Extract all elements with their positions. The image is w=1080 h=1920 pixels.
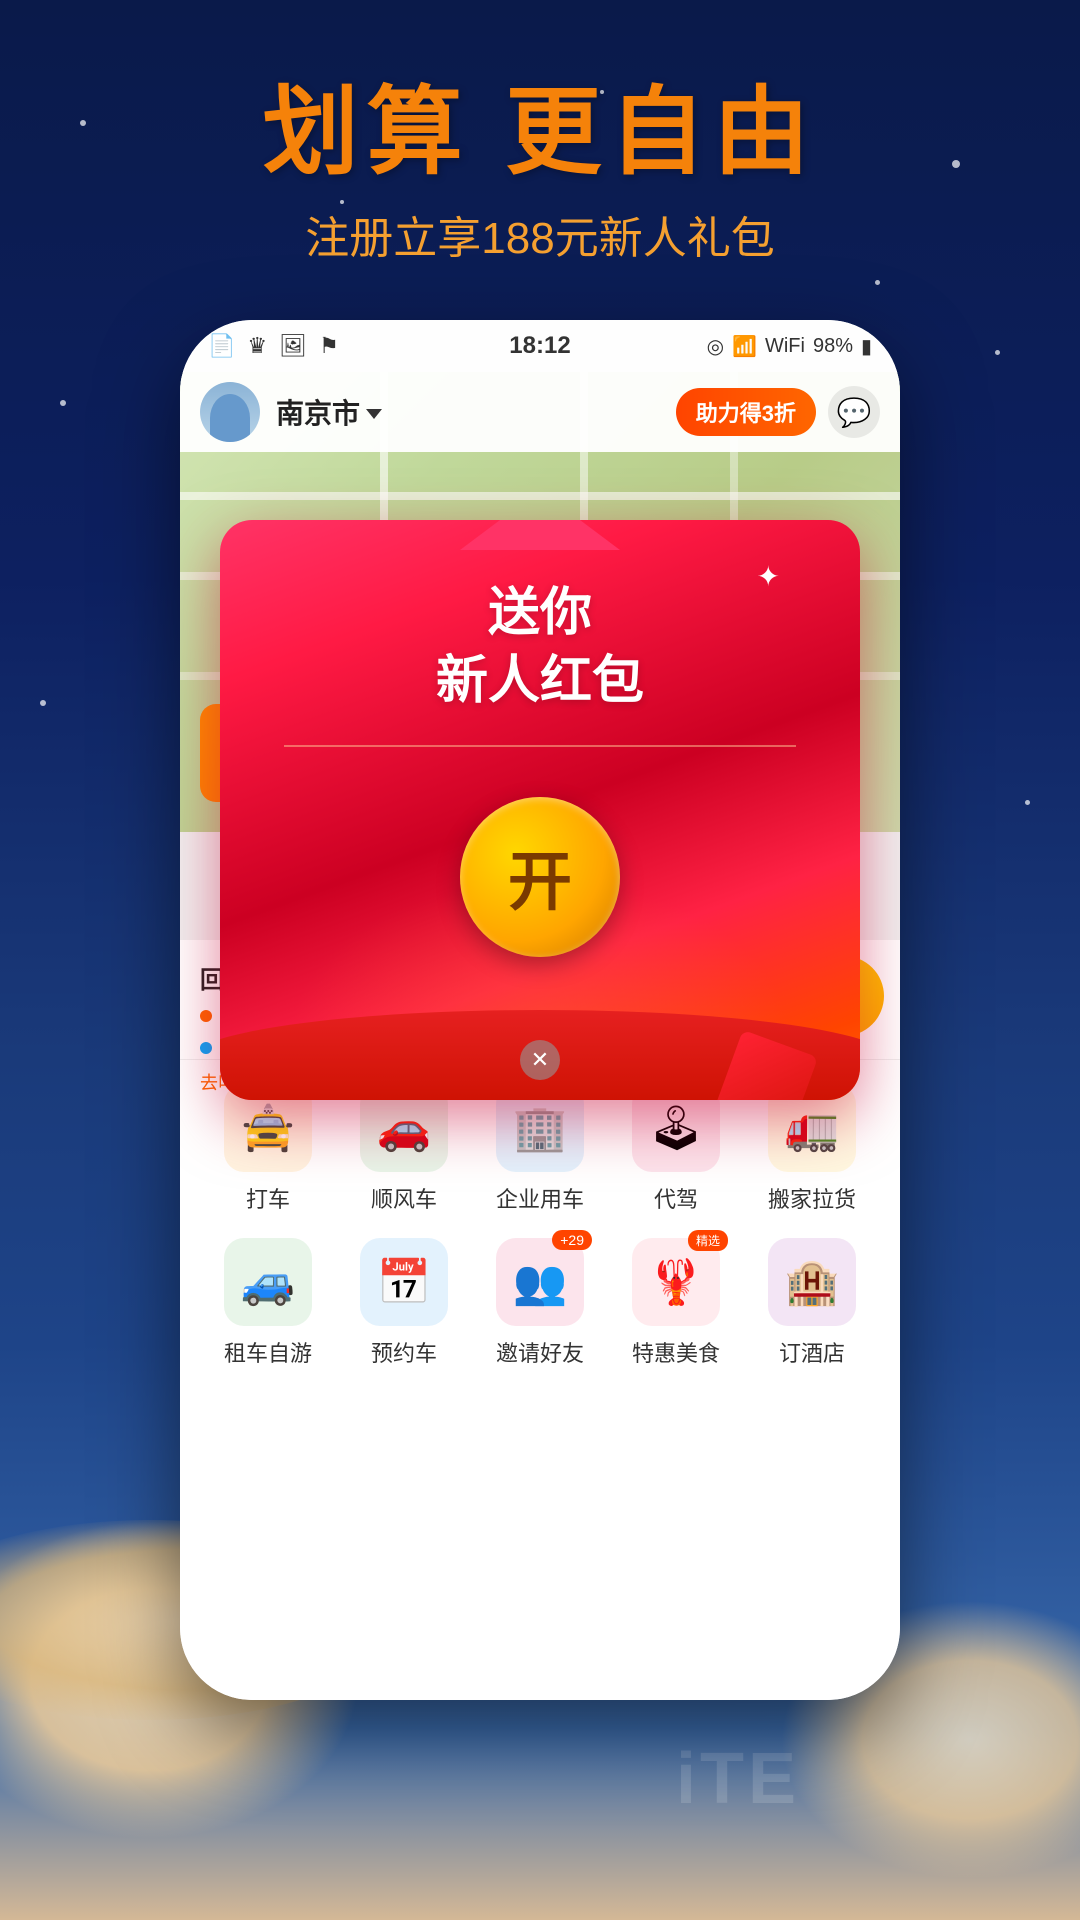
redpacket-divider-line: [284, 745, 796, 747]
status-icons: 📄 ♛ 🖼 ⚑: [208, 333, 339, 359]
redpacket-title-line2: 新人红包: [436, 648, 644, 716]
background: 划算 更自由 注册立享188元新人礼包 iTE 📄 ♛ 🖼 ⚑ 18:12 ◎ …: [0, 0, 1080, 1920]
crown-icon: ♛: [247, 333, 267, 359]
invite-label: 邀请好友: [496, 1336, 584, 1368]
image-icon: 🖼: [279, 333, 307, 359]
ite-decorative-text: iTE: [676, 1738, 800, 1820]
hotel-icon: 🏨: [768, 1238, 856, 1326]
phone-inner: 📄 ♛ 🖼 ⚑ 18:12 ◎ 📶 WiFi 98% ▮: [180, 320, 900, 1700]
wifi-icon: WiFi: [765, 335, 805, 358]
redpacket-title: 送你 新人红包: [436, 580, 644, 715]
service-reservation[interactable]: 📅 预约车: [349, 1238, 459, 1368]
status-bar: 📄 ♛ 🖼 ⚑ 18:12 ◎ 📶 WiFi 98% ▮: [180, 320, 900, 372]
service-food[interactable]: 🦞 精选 特惠美食: [621, 1238, 731, 1368]
phone-frame: 📄 ♛ 🖼 ⚑ 18:12 ◎ 📶 WiFi 98% ▮: [180, 320, 900, 1700]
service-hotel[interactable]: 🏨 订酒店: [757, 1238, 867, 1368]
battery-icon: ▮: [861, 334, 872, 359]
services-row-2: 🚙 租车自游 📅 预约车 👥 +29 邀请好友: [200, 1238, 880, 1368]
map-nav-bar: 南京市 助力得3折 💬: [180, 372, 900, 452]
city-selector[interactable]: 南京市: [276, 392, 382, 432]
redpacket-card[interactable]: 送你 新人红包 ✦ 开: [220, 520, 860, 1100]
redpacket-flap-top: [460, 520, 620, 550]
user-avatar[interactable]: [200, 382, 260, 442]
invite-icon: 👥 +29: [496, 1238, 584, 1326]
signal-strength: 📶: [732, 334, 757, 359]
star: [995, 350, 1000, 355]
center-close-button[interactable]: ✕: [520, 1040, 560, 1080]
main-title: 划算 更自由: [0, 80, 1080, 186]
message-icon[interactable]: 💬: [828, 386, 880, 438]
top-title-area: 划算 更自由 注册立享188元新人礼包: [0, 80, 1080, 266]
road-h1: [180, 492, 900, 500]
open-label: 开: [508, 831, 572, 923]
open-redpacket-button[interactable]: 开: [460, 797, 620, 957]
battery-text: 98%: [813, 335, 853, 358]
document-icon: 📄: [208, 333, 235, 359]
chevron-down-icon: [366, 409, 382, 419]
redpacket-title-line1: 送你: [436, 580, 644, 648]
dot-icon: [200, 1010, 212, 1022]
reservation-label: 预约车: [371, 1336, 437, 1368]
promo-badge[interactable]: 助力得3折: [676, 388, 816, 436]
flag-icon: ⚑: [319, 333, 339, 359]
star: [60, 400, 66, 406]
star: [1025, 800, 1030, 805]
reservation-icon: 📅: [360, 1238, 448, 1326]
dot2-icon: [200, 1042, 212, 1054]
food-icon: 🦞 精选: [632, 1238, 720, 1326]
star: [40, 700, 46, 706]
sparkle-icon: ✦: [757, 560, 780, 593]
status-right-icons: ◎ 📶 WiFi 98% ▮: [707, 334, 872, 359]
redpacket-overlay[interactable]: 送你 新人红包 ✦ 开: [220, 520, 860, 1220]
plus-badge: +29: [552, 1230, 592, 1250]
food-badge: 精选: [688, 1230, 728, 1251]
star: [875, 280, 880, 285]
avatar-image: [200, 382, 260, 442]
service-rental[interactable]: 🚙 租车自游: [213, 1238, 323, 1368]
hotel-label: 订酒店: [779, 1336, 845, 1368]
food-label: 特惠美食: [632, 1336, 720, 1368]
sub-title: 注册立享188元新人礼包: [0, 202, 1080, 266]
location-icon: ◎: [707, 334, 724, 359]
rental-label: 租车自游: [224, 1336, 312, 1368]
city-name-text: 南京市: [276, 392, 360, 432]
status-time: 18:12: [509, 332, 570, 360]
rental-icon: 🚙: [224, 1238, 312, 1326]
service-invite[interactable]: 👥 +29 邀请好友: [485, 1238, 595, 1368]
